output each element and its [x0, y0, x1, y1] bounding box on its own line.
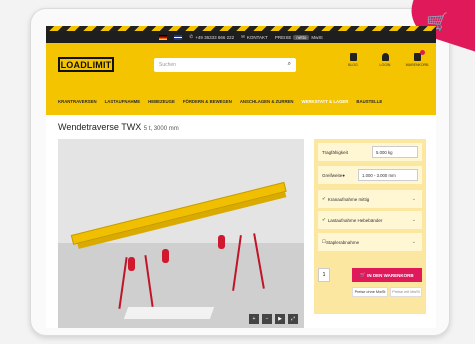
topbar: ✆ +49 36333 666 222 ✉ KONTAKT PREISE netto M… — [46, 31, 436, 43]
header: LOADLIMIT Suchen ⌕ BLOG LOGIN WARENKORB — [46, 43, 436, 87]
cart-count-badge — [419, 50, 425, 55]
chevron-down-icon[interactable]: ⌄ — [412, 239, 416, 245]
login-button[interactable]: LOGIN — [374, 53, 396, 67]
document-icon — [349, 53, 357, 61]
nav-item-baustelle[interactable]: BAUSTELLE — [356, 99, 382, 104]
price-net-button[interactable]: Preise ohne MwSt — [352, 287, 388, 297]
fullscreen-icon[interactable]: ⤢ — [288, 314, 298, 324]
header-icons: BLOG LOGIN WARENKORB — [342, 50, 428, 67]
red-hook — [128, 257, 135, 271]
load-capacity-label: Tragfähigkeit — [322, 149, 348, 155]
stage: 🛒 ✆ +49 36333 666 222 ✉ KONTAKT PREISE nett… — [0, 0, 475, 344]
add-to-cart-button[interactable]: 🛒 IN DEN WARENKORB — [352, 268, 422, 282]
product-config-panel: Tragfähigkeit 5.000 kg Greifweite ● 1.00… — [314, 139, 426, 314]
option-row-stapler[interactable]: ☐ Staplerabnahme ⌄ — [318, 233, 422, 251]
grip-width-label: Greifweite — [322, 172, 343, 178]
phone-link[interactable]: ✆ +49 36333 666 222 — [189, 34, 234, 40]
main-nav: KRANTRAVERSEN LASTAUFNAHME HEBEZEUGE FÖR… — [46, 87, 436, 115]
search-input[interactable]: Suchen ⌕ — [154, 58, 296, 72]
product-3d-viewer[interactable]: + − ▶ ⤢ — [58, 139, 304, 328]
zoom-out-icon[interactable]: − — [262, 314, 272, 324]
checkmark-icon: ✔ — [322, 217, 326, 222]
red-hook — [162, 249, 169, 263]
info-icon[interactable]: ● — [342, 173, 345, 178]
zoom-in-icon[interactable]: + — [249, 314, 259, 324]
stand-leg — [144, 255, 154, 307]
nav-item-hebezeuge[interactable]: HEBEZEUGE — [148, 99, 175, 104]
nav-item-werkstatt[interactable]: WERKSTATT & LAGER — [302, 99, 349, 104]
viewer-controls: + − ▶ ⤢ — [249, 314, 298, 324]
price-toggle[interactable]: PREISE netto MwSt — [274, 34, 323, 40]
grip-width-select[interactable]: 1.000 - 3.000 mm — [358, 169, 418, 181]
nav-item-anschlagen[interactable]: ANSCHLAGEN & ZURREN — [240, 99, 294, 104]
blog-button[interactable]: BLOG — [342, 53, 364, 67]
product-title: Wendetraverse TWX 5 t, 3000 mm — [58, 122, 179, 132]
load-capacity-select[interactable]: 5.000 kg — [372, 146, 418, 158]
product-spec: 5 t, 3000 mm — [143, 126, 179, 132]
cart-icon — [413, 50, 425, 61]
nav-item-lastaufnahme[interactable]: LASTAUFNAHME — [105, 99, 141, 104]
price-label: PREISE — [274, 34, 292, 40]
chevron-down-icon[interactable]: ⌄ — [412, 196, 416, 202]
product-name: Wendetraverse TWX — [58, 122, 142, 132]
browser-screen: ✆ +49 36333 666 222 ✉ KONTAKT PREISE netto M… — [46, 26, 436, 328]
stand-leg — [118, 257, 128, 309]
load-capacity-row: Tragfähigkeit 5.000 kg — [318, 143, 422, 161]
net-pill[interactable]: netto — [293, 34, 310, 40]
cart-button[interactable]: WARENKORB — [406, 50, 428, 67]
option-row-kran[interactable]: ✔ Kranaufnahme mittig ⌄ — [318, 190, 422, 208]
checkmark-icon: ✔ — [322, 196, 326, 201]
red-hook — [218, 235, 225, 249]
price-gross-button[interactable]: Preise mit MwSt — [390, 287, 422, 297]
phone-icon: ✆ — [189, 34, 194, 39]
floor-plank — [123, 307, 215, 319]
search-icon[interactable]: ⌕ — [288, 61, 291, 68]
user-icon — [381, 53, 389, 61]
play-icon[interactable]: ▶ — [275, 314, 285, 324]
logo[interactable]: LOADLIMIT — [58, 57, 114, 72]
german-flag-icon[interactable] — [159, 34, 168, 40]
stand-leg — [232, 235, 242, 291]
search-placeholder: Suchen — [159, 62, 176, 68]
chevron-down-icon[interactable]: ⌄ — [412, 217, 416, 223]
cart-icon: 🛒 — [360, 272, 368, 277]
option-row-lastaufnahme[interactable]: ✔ Lastaufnahme Hebebänder ⌄ — [318, 211, 422, 229]
quantity-input[interactable]: 1 — [318, 268, 330, 282]
gross-label[interactable]: MwSt — [311, 35, 322, 40]
grip-width-row: Greifweite ● 1.000 - 3.000 mm — [318, 166, 422, 184]
nav-item-krantraversen[interactable]: KRANTRAVERSEN — [58, 99, 97, 104]
contact-link[interactable]: ✉ KONTAKT — [241, 34, 268, 40]
stand-leg — [253, 233, 265, 289]
mail-icon: ✉ — [241, 34, 245, 39]
uk-flag-icon[interactable] — [174, 34, 183, 40]
nav-item-foerdern[interactable]: FÖRDERN & BEWEGEN — [183, 99, 232, 104]
